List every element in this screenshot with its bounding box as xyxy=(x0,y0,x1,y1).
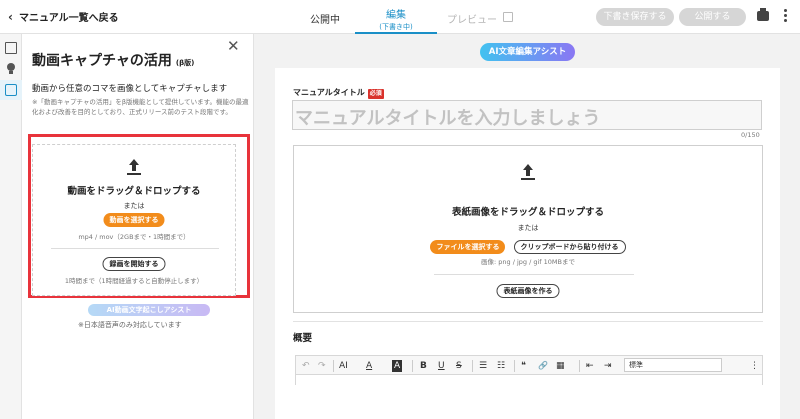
overview-editor[interactable] xyxy=(295,375,763,385)
select-file-button[interactable]: ファイルを選択する xyxy=(430,240,506,254)
tab-edit-label: 編集 xyxy=(386,10,406,21)
panel-title-text: 動画キャプチャの活用 xyxy=(32,53,172,69)
left-rail xyxy=(0,34,22,419)
beta-badge: (β版) xyxy=(175,59,195,67)
ai-edit-assist-button[interactable]: AI文章編集アシスト xyxy=(480,43,575,61)
cover-image-dropzone[interactable]: 表紙画像をドラッグ＆ドロップする または ファイルを選択する クリップボードから… xyxy=(293,145,763,313)
panel-title: 動画キャプチャの活用 (β版) xyxy=(32,50,194,70)
start-recording-button[interactable]: 録画を開始する xyxy=(102,257,166,271)
manual-title-input[interactable]: マニュアルタイトルを入力しましょう xyxy=(292,100,762,130)
cover-action-row: ファイルを選択する クリップボードから貼り付ける xyxy=(294,234,762,254)
make-cover-button[interactable]: 表紙画像を作る xyxy=(496,284,560,298)
undo-icon[interactable]: ↶ xyxy=(302,359,310,373)
redo-icon[interactable]: ↷ xyxy=(318,359,326,373)
tab-edit[interactable]: 編集 (下書き中) xyxy=(355,0,437,34)
toolbar-separator xyxy=(412,360,413,372)
title-label: マニュアルタイトル 必須 xyxy=(293,87,384,99)
bullet-list-icon[interactable]: ☰ xyxy=(479,359,487,373)
indent-icon[interactable]: ⇥ xyxy=(604,359,612,373)
save-draft-button[interactable]: 下書き保存する xyxy=(596,8,674,26)
video-drop-text: 動画をドラッグ＆ドロップする xyxy=(67,186,201,197)
underline-button[interactable]: U xyxy=(438,359,445,373)
external-link-icon xyxy=(503,12,513,22)
chevron-left-icon: ‹ xyxy=(8,9,13,24)
tab-published[interactable]: 公開中 xyxy=(300,0,350,34)
or-text: または xyxy=(517,224,539,232)
back-to-list-link[interactable]: ‹ マニュアル一覧へ戻る xyxy=(8,9,119,25)
tab-edit-sublabel: (下書き中) xyxy=(379,23,413,31)
print-icon[interactable] xyxy=(757,8,769,21)
numbered-list-icon[interactable]: ☷ xyxy=(497,359,505,373)
title-label-text: マニュアルタイトル xyxy=(293,88,365,97)
toolbar-separator xyxy=(579,360,580,372)
upload-icon xyxy=(127,159,141,177)
highlight-button[interactable]: A xyxy=(392,360,403,372)
or-text: または xyxy=(123,202,145,210)
link-icon[interactable]: 🔗 xyxy=(538,359,548,373)
select-video-button[interactable]: 動画を選択する xyxy=(103,213,165,227)
paragraph-style-select[interactable]: 標準 xyxy=(624,358,722,372)
tab-preview-label: プレビュー xyxy=(447,15,497,26)
tab-published-label: 公開中 xyxy=(310,15,340,26)
bold-button[interactable]: B xyxy=(420,359,427,373)
cover-drop-text: 表紙画像をドラッグ＆ドロップする xyxy=(451,207,604,218)
upload-icon xyxy=(521,164,535,182)
more-options-icon[interactable]: ⋮ xyxy=(750,359,759,373)
image-format-hint: 画像: png / jpg / gif 10MBまで xyxy=(481,258,575,266)
video-dropzone[interactable]: 動画をドラッグ＆ドロップする または 動画を選択する mp4 / mov（2GB… xyxy=(32,144,236,296)
toolbar-separator xyxy=(333,360,334,372)
beta-note: ※「動画キャプチャの活用」をβ版機能として提供しています。機能の最適化および改善… xyxy=(32,98,249,116)
assist-note: ※日本語音声のみ対応しています xyxy=(78,321,182,329)
quote-icon[interactable]: ❝ xyxy=(521,359,526,373)
strikethrough-button[interactable]: S xyxy=(456,359,462,373)
required-badge: 必須 xyxy=(367,89,384,99)
outdent-icon[interactable]: ⇤ xyxy=(586,359,594,373)
font-color-button[interactable]: A xyxy=(366,359,372,373)
editor-main: AI文章編集アシスト マニュアルタイトル 必須 マニュアルタイトルを入力しましょう… xyxy=(255,34,800,419)
tab-preview[interactable]: プレビュー xyxy=(440,0,520,34)
recording-hint: 1時間まで（1時間経過すると自動停止します） xyxy=(64,277,204,285)
toolbar-separator xyxy=(514,360,515,372)
more-menu-icon[interactable] xyxy=(784,9,788,24)
section-divider xyxy=(293,321,763,322)
video-capture-panel: 動画キャプチャの活用 (β版) ✕ 動画から任意のコマを画像としてキャプチャします… xyxy=(22,34,254,419)
top-bar: ‹ マニュアル一覧へ戻る 公開中 編集 (下書き中) プレビュー 下書き保存する… xyxy=(0,0,800,34)
back-label: マニュアル一覧へ戻る xyxy=(18,13,119,24)
publish-button[interactable]: 公開する xyxy=(679,8,746,26)
dropzone-divider xyxy=(51,248,219,249)
capture-icon[interactable] xyxy=(5,84,17,96)
table-icon[interactable]: ▦ xyxy=(556,359,565,373)
toolbar-separator xyxy=(472,360,473,372)
overview-label: 概要 xyxy=(293,333,313,344)
paste-clipboard-button[interactable]: クリップボードから貼り付ける xyxy=(513,240,626,254)
rich-text-toolbar: ↶ ↷ AI A A B U S ☰ ☷ ❝ 🔗 ▦ ⇤ ⇥ 標準 ⋮ xyxy=(295,355,763,375)
close-icon[interactable]: ✕ xyxy=(227,37,240,55)
title-char-counter: 0/150 xyxy=(741,131,760,139)
cover-divider xyxy=(434,274,634,275)
font-size-button[interactable]: AI xyxy=(339,359,348,373)
video-format-hint: mp4 / mov（2GBまで・1時間まで） xyxy=(78,233,190,241)
book-icon[interactable] xyxy=(5,42,17,54)
panel-description: 動画から任意のコマを画像としてキャプチャします xyxy=(32,84,228,94)
lightbulb-icon[interactable] xyxy=(5,63,17,75)
transcription-assist-button[interactable]: AI動画文字起こしアシスト xyxy=(88,304,210,316)
